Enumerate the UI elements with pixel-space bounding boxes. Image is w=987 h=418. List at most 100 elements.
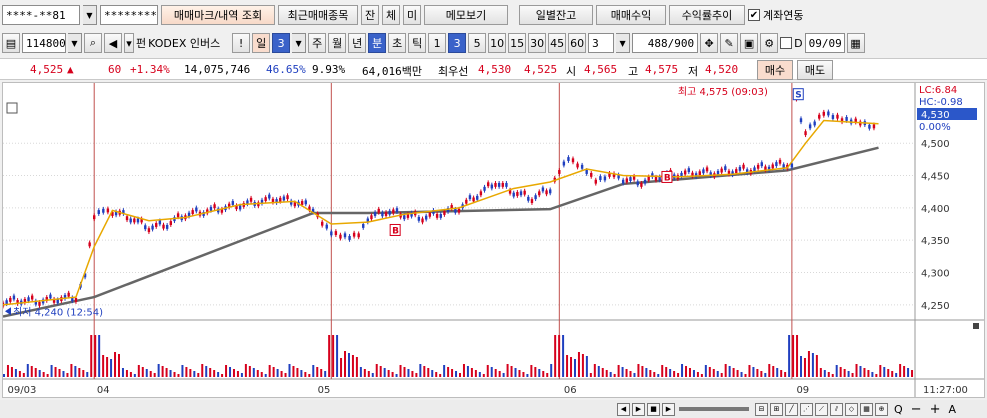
volume-bar	[320, 369, 323, 377]
period-tick-button[interactable]: 틱	[408, 33, 427, 53]
trade-mark-query-button[interactable]: 매매마크/내역 조회	[161, 5, 275, 25]
zoom-slider[interactable]	[679, 407, 749, 411]
crosshair-tool-icon[interactable]: ⊕	[875, 402, 888, 416]
grid-tool-icon[interactable]: ▦	[860, 402, 873, 416]
current-price-label: 4,530	[921, 110, 950, 121]
shape-tool-icon[interactable]: ◇	[845, 402, 858, 416]
volume-bar	[708, 367, 711, 377]
scroll-left-icon[interactable]: ◀	[617, 402, 630, 416]
candle-body	[67, 292, 70, 297]
candle-body	[516, 192, 519, 196]
fib-tool-icon[interactable]: ⋰	[800, 402, 813, 416]
period-second-button[interactable]: 초	[388, 33, 407, 53]
candle-body	[465, 199, 468, 204]
candle-body	[155, 223, 158, 227]
interval-45-button[interactable]: 45	[548, 33, 567, 53]
trade-profit-button[interactable]: 매매수익	[596, 5, 666, 25]
zoom-out-tool-icon[interactable]: ⊟	[755, 402, 768, 416]
volume-bar	[296, 368, 299, 377]
font-size-button[interactable]: A	[948, 403, 956, 416]
account-dropdown-icon[interactable]: ▼	[83, 5, 97, 25]
account-link-checkbox[interactable]: ✔	[748, 9, 760, 21]
sell-button[interactable]: 매도	[797, 60, 833, 80]
settings-gear-icon[interactable]: ⚙	[760, 33, 779, 53]
unfilled-button[interactable]: 미	[403, 5, 421, 25]
period-week-button[interactable]: 주	[308, 33, 327, 53]
zoom-plus-button[interactable]: +	[930, 402, 941, 417]
volume-bar	[740, 372, 743, 377]
search-icon[interactable]: ⌕	[84, 33, 102, 53]
buy-button[interactable]: 매수	[757, 60, 793, 80]
candle-body	[625, 178, 629, 183]
volume-bar	[736, 370, 739, 377]
draw-tool-icon[interactable]: ✎	[720, 33, 739, 53]
interval-10-button[interactable]: 10	[488, 33, 507, 53]
recent-trades-button[interactable]: 최근매매종목	[278, 5, 358, 25]
count-field[interactable]: 3	[588, 33, 615, 53]
volume-bar	[570, 357, 573, 377]
play-icon[interactable]: ▶	[662, 402, 675, 416]
calendar-icon[interactable]: ▦	[846, 33, 865, 53]
volume-bar	[819, 368, 822, 377]
date-checkbox[interactable]	[780, 37, 793, 49]
period-year-button[interactable]: 년	[348, 33, 367, 53]
interval-5-button[interactable]: 5	[468, 33, 487, 53]
interval-60-button[interactable]: 60	[568, 33, 587, 53]
interval-3-button[interactable]: 3	[448, 33, 467, 53]
interval-30-button[interactable]: 30	[528, 33, 547, 53]
candle-body	[304, 200, 307, 205]
interval-1-button[interactable]: 1	[428, 33, 447, 53]
volume-bar	[851, 373, 854, 377]
search-zoom-icon[interactable]: Q	[894, 403, 903, 416]
period-minute-button[interactable]: 분	[368, 33, 387, 53]
zoom-minus-button[interactable]: −	[911, 402, 922, 417]
candle-body	[519, 191, 523, 196]
speaker-icon[interactable]: ◀	[104, 33, 122, 53]
volume-bar	[585, 356, 588, 377]
code-dropdown-icon[interactable]: ▼	[68, 33, 82, 53]
candle-body	[698, 171, 701, 176]
scroll-right-icon[interactable]: ▶	[632, 402, 645, 416]
candle-body	[501, 182, 504, 187]
zoom-in-tool-icon[interactable]: ⊞	[770, 402, 783, 416]
stop-icon[interactable]: ■	[647, 402, 660, 416]
price-chart[interactable]: 4,250 4,300 4,350 4,400 4,450 4,500 09/03 04 05 0…	[1, 83, 984, 397]
volume-bar	[336, 335, 339, 377]
balance-button[interactable]: 잔	[361, 5, 379, 25]
daily-balance-button[interactable]: 일별잔고	[519, 5, 593, 25]
price-chart-panel[interactable]: 4,250 4,300 4,350 4,400 4,450 4,500 09/03 04 05 0…	[1, 82, 985, 398]
range-value: 488	[647, 36, 668, 50]
memo-button[interactable]: 메모보기	[424, 5, 508, 25]
password-field[interactable]: ********	[100, 5, 158, 25]
date-field[interactable]: 09/09	[804, 33, 845, 53]
trend-tool-icon[interactable]: ⟋	[815, 402, 828, 416]
fill-button[interactable]: 체	[382, 5, 400, 25]
line-tool-icon[interactable]: ╱	[785, 402, 798, 416]
candle-body	[300, 201, 304, 205]
save-icon[interactable]: ▣	[740, 33, 759, 53]
candle-body	[720, 168, 723, 173]
candle-body	[636, 181, 639, 186]
volume-bar	[141, 367, 144, 377]
period-day-button[interactable]: 일	[252, 33, 271, 53]
period-num-field[interactable]: 3	[272, 33, 291, 53]
volume-bar	[312, 365, 315, 377]
volume-bar	[363, 369, 366, 377]
panel-icon[interactable]: ▤	[2, 33, 20, 53]
interval-15-button[interactable]: 15	[508, 33, 527, 53]
profit-trend-button[interactable]: 수익률추이	[669, 5, 745, 25]
candle-body	[428, 212, 432, 217]
candle-body	[756, 164, 760, 169]
code-field[interactable]: 114800	[22, 33, 66, 53]
indicator-icon[interactable]: ✥	[700, 33, 719, 53]
period-month-button[interactable]: 월	[328, 33, 347, 53]
volume-bar	[137, 365, 140, 377]
speaker-dropdown-icon[interactable]: ▾	[124, 33, 134, 53]
count-dropdown-icon[interactable]: ▼	[616, 33, 631, 53]
alert-button[interactable]: !	[232, 33, 251, 53]
channel-tool-icon[interactable]: ⫽	[830, 402, 843, 416]
range-field[interactable]: 488/900	[632, 33, 699, 53]
period-dropdown-icon[interactable]: ▼	[292, 33, 307, 53]
account-field[interactable]: ****-**81	[2, 5, 80, 25]
volume-bar	[121, 368, 124, 377]
